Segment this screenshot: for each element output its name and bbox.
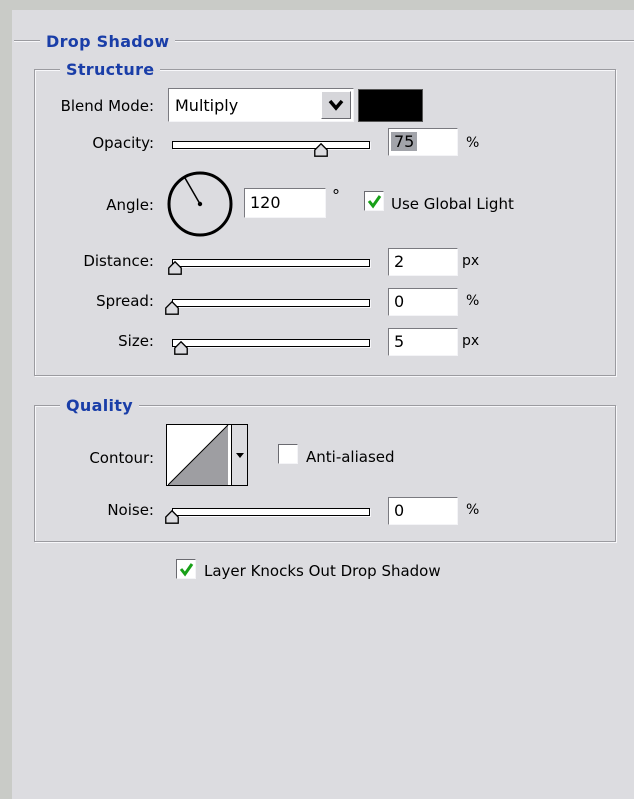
size-label: Size: bbox=[118, 332, 154, 350]
caret-down-icon bbox=[236, 453, 244, 458]
noise-input[interactable]: 0 bbox=[388, 497, 458, 525]
contour-picker[interactable] bbox=[166, 424, 248, 486]
use-global-light-checkbox[interactable] bbox=[364, 191, 384, 211]
angle-label: Angle: bbox=[106, 196, 154, 214]
blend-mode-label: Blend Mode: bbox=[60, 97, 154, 115]
checkmark-icon bbox=[179, 563, 194, 577]
opacity-unit: % bbox=[466, 135, 480, 151]
layer-knocks-out-checkbox[interactable] bbox=[176, 559, 196, 579]
layer-style-panel: Drop Shadow Structure Blend Mode: Multip… bbox=[12, 10, 634, 799]
angle-input[interactable]: 120 bbox=[244, 188, 326, 218]
blend-mode-dropdown-button[interactable] bbox=[321, 91, 351, 119]
quality-title: Quality bbox=[60, 396, 139, 416]
opacity-label: Opacity: bbox=[92, 134, 154, 152]
distance-input[interactable]: 2 bbox=[388, 248, 458, 276]
spread-label: Spread: bbox=[96, 292, 154, 310]
angle-degree-symbol: ° bbox=[332, 186, 340, 205]
structure-title: Structure bbox=[60, 60, 161, 80]
size-slider[interactable] bbox=[172, 339, 370, 347]
quality-group bbox=[34, 405, 616, 542]
contour-label: Contour: bbox=[89, 449, 154, 467]
noise-unit: % bbox=[466, 502, 480, 518]
distance-slider[interactable] bbox=[172, 259, 370, 267]
blend-mode-select[interactable]: Multiply bbox=[168, 88, 354, 122]
spread-slider[interactable] bbox=[172, 299, 370, 307]
noise-label: Noise: bbox=[107, 501, 154, 519]
chevron-down-icon bbox=[328, 99, 344, 111]
spread-slider-thumb[interactable] bbox=[164, 300, 180, 316]
opacity-value-selected: 75 bbox=[391, 132, 418, 151]
size-slider-thumb[interactable] bbox=[173, 340, 189, 356]
anti-aliased-checkbox[interactable] bbox=[278, 444, 298, 464]
anti-aliased-label[interactable]: Anti-aliased bbox=[306, 447, 395, 467]
spread-input[interactable]: 0 bbox=[388, 288, 458, 316]
spread-unit: % bbox=[466, 293, 480, 309]
contour-preview-icon bbox=[168, 425, 229, 485]
angle-dial-icon[interactable] bbox=[164, 168, 236, 240]
contour-dropdown-button[interactable] bbox=[231, 425, 247, 485]
layer-knocks-out-label[interactable]: Layer Knocks Out Drop Shadow bbox=[204, 561, 441, 581]
distance-slider-thumb[interactable] bbox=[167, 260, 183, 276]
distance-unit: px bbox=[462, 253, 480, 269]
opacity-input[interactable]: 75 bbox=[388, 128, 458, 156]
opacity-slider[interactable] bbox=[172, 141, 370, 149]
opacity-slider-thumb[interactable] bbox=[313, 142, 329, 158]
size-unit: px bbox=[462, 333, 480, 349]
shadow-color-swatch[interactable] bbox=[358, 89, 423, 122]
noise-slider[interactable] bbox=[172, 508, 370, 516]
drop-shadow-title: Drop Shadow bbox=[40, 32, 176, 52]
use-global-light-label[interactable]: Use Global Light bbox=[391, 194, 514, 214]
blend-mode-value: Multiply bbox=[175, 96, 239, 115]
checkmark-icon bbox=[367, 195, 382, 209]
distance-label: Distance: bbox=[83, 252, 154, 270]
noise-slider-thumb[interactable] bbox=[164, 509, 180, 525]
size-input[interactable]: 5 bbox=[388, 328, 458, 356]
